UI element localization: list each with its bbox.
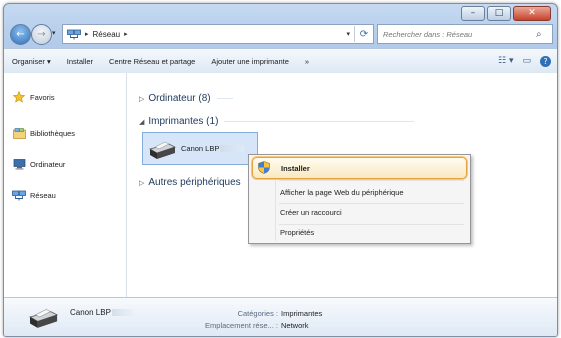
device-name: Canon LBP [181, 144, 220, 153]
menu-separator [279, 180, 464, 181]
navigation-row: ← → ▾ ▸ Réseau ▸ ▾ ⟳ ⌕ [8, 23, 553, 45]
menu-item-label: Installer [281, 163, 310, 173]
group-label: Autres périphériques [148, 177, 241, 188]
back-arrow-icon: ← [16, 28, 25, 40]
help-icon[interactable]: ? [540, 55, 551, 67]
network-icon [12, 189, 26, 201]
group-autres-peripheriques[interactable]: ▷ Autres périphériques [139, 177, 241, 188]
context-menu: Installer Afficher la page Web du périph… [248, 154, 471, 244]
back-button[interactable]: ← [10, 24, 31, 45]
group-divider [224, 121, 415, 122]
menu-item-afficher-page-web[interactable]: Afficher la page Web du périphérique [252, 182, 467, 202]
sidebar-item-label: Réseau [30, 190, 56, 200]
network-icon [67, 29, 81, 39]
menu-item-label: Afficher la page Web du périphérique [280, 187, 404, 197]
minimize-button[interactable]: – [461, 6, 485, 21]
menu-item-label: Créer un raccourci [280, 207, 342, 217]
group-ordinateur[interactable]: ▷ Ordinateur (8) [139, 93, 233, 104]
details-properties: Catégories : Imprimantes Emplacement rése… [198, 308, 322, 332]
group-label: Ordinateur (8) [148, 93, 211, 104]
search-icon[interactable]: ⌕ [536, 29, 552, 40]
sidebar-item-label: Bibliothèques [30, 128, 76, 138]
details-value: Imprimantes [281, 309, 323, 318]
change-view-icon[interactable]: ☷ ▾ [498, 56, 513, 66]
collapsed-chevron-icon: ▷ [139, 95, 145, 103]
breadcrumb-separator-icon[interactable]: ▸ [85, 30, 89, 38]
forward-arrow-icon: → [37, 28, 46, 40]
preview-pane-icon[interactable]: ▭ [522, 56, 531, 66]
breadcrumb-separator-icon[interactable]: ▸ [124, 30, 128, 38]
printer-icon [149, 141, 176, 159]
printer-icon [29, 309, 59, 328]
redacted-model-number [111, 309, 136, 317]
expanded-chevron-icon: ◢ [139, 118, 145, 126]
star-icon [12, 91, 26, 103]
install-button[interactable]: Installer [59, 57, 101, 66]
navigation-pane: Favoris Bibliothèques Ordinateur Réseau [4, 73, 127, 298]
network-center-button[interactable]: Centre Réseau et partage [101, 57, 203, 66]
more-commands-button[interactable]: » [297, 57, 317, 66]
group-imprimantes[interactable]: ◢ Imprimantes (1) [139, 116, 415, 127]
breadcrumb-reseau[interactable]: Réseau [93, 30, 121, 39]
sidebar-item-reseau[interactable]: Réseau [12, 189, 56, 201]
sidebar-item-favoris[interactable]: Favoris [12, 91, 55, 103]
libraries-icon [12, 127, 26, 139]
close-button[interactable]: ✕ [513, 6, 551, 21]
sidebar-item-label: Ordinateur [30, 159, 66, 169]
details-key: Catégories : [237, 309, 278, 318]
printer-device-item[interactable]: Canon LBP [142, 132, 258, 165]
address-dropdown-icon[interactable]: ▾ [346, 30, 350, 38]
redacted-model-number [220, 145, 245, 152]
sidebar-item-bibliotheques[interactable]: Bibliothèques [12, 127, 75, 139]
details-device-name: Canon LBP [70, 308, 136, 317]
details-name-text: Canon LBP [70, 308, 111, 317]
details-key: Emplacement rése... : [205, 321, 278, 330]
collapsed-chevron-icon: ▷ [139, 179, 145, 187]
menu-item-label: Propriétés [280, 227, 315, 237]
recent-pages-dropdown-icon[interactable]: ▾ [52, 29, 56, 37]
address-bar[interactable]: ▸ Réseau ▸ ▾ ⟳ [62, 24, 374, 44]
uac-shield-icon [258, 161, 270, 174]
search-input[interactable] [378, 28, 536, 40]
add-printer-button[interactable]: Ajouter une imprimante [203, 57, 297, 66]
details-category-row: Catégories : Imprimantes [198, 308, 323, 320]
details-pane: Canon LBP Catégories : Imprimantes Emplac… [4, 297, 557, 336]
search-box[interactable]: ⌕ [377, 24, 553, 44]
caption-buttons: – □ ✕ [459, 6, 551, 21]
view-controls: ☷ ▾ ▭ ? [489, 55, 551, 67]
details-value: Network [281, 321, 309, 330]
menu-item-installer[interactable]: Installer [252, 157, 467, 179]
group-divider [216, 98, 233, 99]
sidebar-item-ordinateur[interactable]: Ordinateur [12, 158, 65, 170]
sidebar-item-label: Favoris [30, 92, 55, 102]
menu-item-proprietes[interactable]: Propriétés [252, 222, 467, 242]
computer-icon [12, 158, 26, 170]
refresh-button[interactable]: ⟳ [354, 26, 373, 42]
group-label: Imprimantes (1) [148, 116, 219, 127]
forward-button[interactable]: → [31, 24, 52, 45]
command-bar: Organiser ▾ Installer Centre Réseau et p… [4, 48, 557, 74]
organize-menu[interactable]: Organiser ▾ [4, 57, 59, 66]
details-location-row: Emplacement rése... : Network [198, 320, 322, 332]
refresh-icon: ⟳ [359, 28, 369, 40]
maximize-button[interactable]: □ [487, 6, 511, 21]
menu-item-creer-raccourci[interactable]: Créer un raccourci [252, 202, 467, 222]
